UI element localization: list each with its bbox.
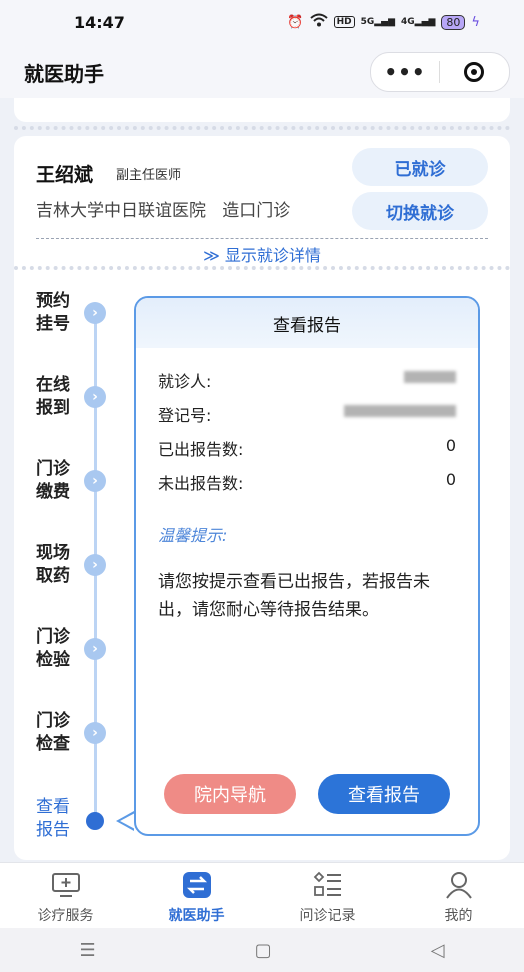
registration-label: 登记号: (158, 406, 212, 425)
signal-5g-icon: 5G▂▄▆ (360, 17, 395, 27)
person-icon (444, 871, 474, 899)
monitor-plus-icon (51, 871, 81, 899)
issued-reports-row: 已出报告数: 0 (158, 436, 456, 459)
back-icon[interactable]: ◁ (431, 940, 445, 961)
tab-medical-services-label: 诊疗服务 (37, 908, 94, 924)
hd-icon: HD (333, 16, 355, 28)
visit-process-timeline: 预约 挂号 › 在线 报到 › 门诊 缴费 › 现场 取药 › 门诊 检验 › 门诊 检查 … (0, 98, 130, 862)
visited-status-button[interactable]: 已就诊 (352, 148, 488, 186)
patient-label: 就诊人: (158, 372, 212, 391)
step-appointment[interactable]: 预约 挂号 (36, 290, 80, 336)
assistant-swap-icon (182, 871, 212, 899)
tab-my-profile[interactable]: 我的 (393, 863, 524, 929)
patient-name-blurred (404, 368, 456, 387)
step-payment[interactable]: 门诊 缴费 (36, 458, 80, 504)
nav-bar: 就医助手 ••• (0, 46, 524, 98)
miniprogram-capsule: ••• (370, 52, 510, 92)
tab-consultation-records[interactable]: 问诊记录 (262, 863, 393, 929)
status-bar: 14:47 ⏰ HD 5G▂▄▆ 4G▂▄▆ 80 ϟ (0, 0, 524, 46)
issued-reports-count: 0 (445, 436, 456, 455)
chevron-right-icon: › (84, 554, 106, 576)
view-report-button[interactable]: 查看报告 (318, 774, 450, 814)
wifi-icon (309, 13, 328, 31)
chevron-right-icon: › (84, 638, 106, 660)
patient-row: 就诊人: (158, 368, 456, 391)
close-target-icon (464, 62, 484, 82)
alarm-icon: ⏰ (287, 14, 304, 30)
tip-text: 请您按提示查看已出报告，若报告未出，请您耐心等待报告结果。 (158, 572, 430, 620)
status-icons: ⏰ HD 5G▂▄▆ 4G▂▄▆ 80 ϟ (287, 13, 480, 31)
step-pickup-medicine[interactable]: 现场 取药 (36, 542, 80, 588)
close-button[interactable] (440, 62, 508, 82)
page-title: 就医助手 (24, 62, 104, 86)
step-checkin[interactable]: 在线 报到 (36, 374, 80, 420)
popup-pointer-inner (120, 813, 135, 829)
tip-title: 温馨提示: (158, 526, 228, 545)
system-nav-bar: ☰ ▢ ◁ (0, 928, 524, 972)
registration-number-blurred (344, 402, 456, 421)
tab-medical-assistant-label: 就医助手 (168, 908, 225, 924)
report-popup: 查看报告 就诊人: 登记号: 已出报告数: 0 未出报告数: 0 温馨提示: 请… (134, 296, 480, 836)
more-menu-button[interactable]: ••• (371, 60, 439, 84)
tab-my-profile-label: 我的 (444, 908, 473, 924)
active-step-dot-icon (86, 812, 104, 830)
chevron-right-icon: › (84, 386, 106, 408)
battery-icon: 80 (441, 14, 466, 30)
chevron-right-icon: › (84, 470, 106, 492)
hospital-navigation-button[interactable]: 院内导航 (164, 774, 296, 814)
step-lab-test[interactable]: 门诊 检验 (36, 626, 80, 672)
pending-reports-row: 未出报告数: 0 (158, 470, 456, 493)
pending-reports-label: 未出报告数: (158, 474, 244, 493)
chevron-right-icon: › (84, 722, 106, 744)
registration-row: 登记号: (158, 402, 456, 425)
issued-reports-label: 已出报告数: (158, 440, 244, 459)
step-examination[interactable]: 门诊 检查 (36, 710, 80, 756)
charging-icon: ϟ (471, 14, 480, 30)
list-shapes-icon (313, 871, 343, 899)
step-view-report[interactable]: 查看 报告 (36, 796, 80, 842)
pending-reports-count: 0 (445, 470, 456, 489)
report-popup-title: 查看报告 (136, 298, 478, 348)
chevron-right-icon: › (84, 302, 106, 324)
home-icon[interactable]: ▢ (255, 940, 272, 961)
bottom-tab-bar: 诊疗服务 就医助手 问诊记录 我的 (0, 862, 524, 929)
tab-medical-services[interactable]: 诊疗服务 (0, 863, 131, 929)
main-content: 王绍斌 副主任医师 吉林大学中日联谊医院 造口门诊 已就诊 切换就诊 ≫ 显示就… (0, 98, 524, 862)
tab-consultation-records-label: 问诊记录 (299, 908, 356, 924)
status-time: 14:47 (74, 13, 125, 32)
switch-visit-button[interactable]: 切换就诊 (352, 192, 488, 230)
menu-icon[interactable]: ☰ (80, 940, 96, 961)
tab-medical-assistant[interactable]: 就医助手 (131, 863, 262, 929)
signal-4g-icon: 4G▂▄▆ (401, 17, 436, 27)
